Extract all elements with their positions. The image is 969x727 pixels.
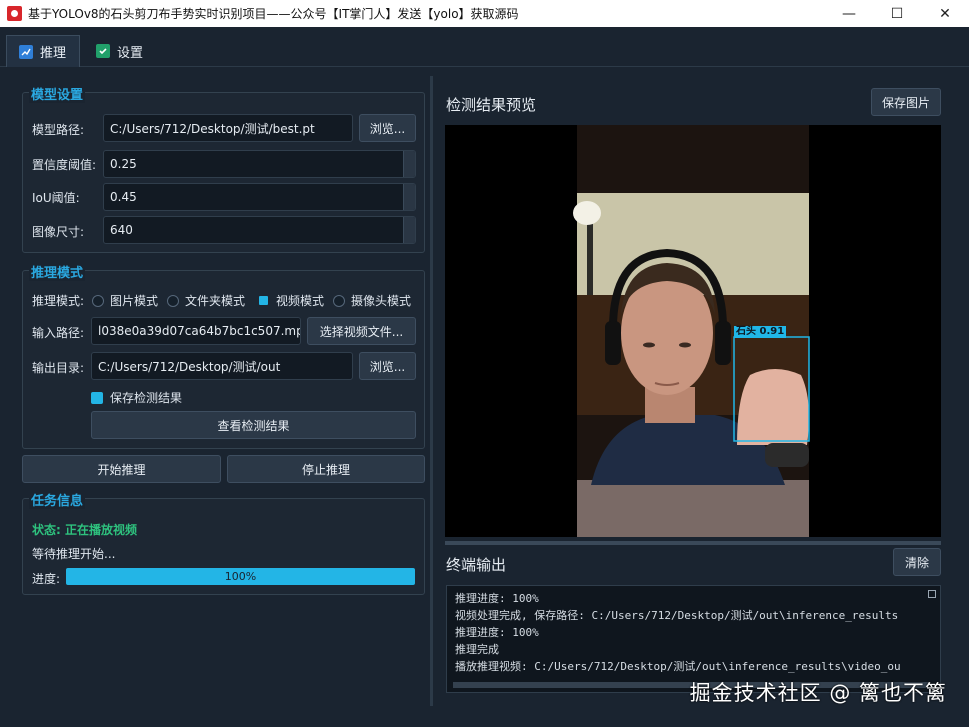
terminal-line: 推理进度: 100% — [455, 626, 539, 639]
task-info-title: 任务信息 — [29, 490, 86, 509]
clear-button[interactable]: 清除 — [893, 548, 941, 576]
radio-camera-mode[interactable]: 摄像头模式 — [333, 292, 411, 309]
radio-video-label: 视频模式 — [276, 294, 325, 308]
window-title: 基于YOLOv8的石头剪刀布手势实时识别项目——公众号【IT掌门人】发送【yol… — [28, 7, 519, 21]
confidence-value: 0.25 — [110, 157, 137, 171]
output-browse-button[interactable]: 浏览... — [359, 352, 416, 380]
terminal-title: 终端输出 — [446, 556, 507, 574]
tab-strip: 推理 设置 — [0, 27, 969, 67]
app-logo-icon — [7, 6, 22, 21]
terminal-line: 播放推理视频: C:/Users/712/Desktop/测试/out\infe… — [455, 660, 901, 673]
radio-image-mode[interactable]: 图片模式 — [92, 292, 158, 309]
terminal-line: 视频处理完成, 保存路径: C:/Users/712/Desktop/测试/ou… — [455, 609, 899, 622]
image-size-label: 图像尺寸: — [32, 225, 85, 239]
input-path-label: 输入路径: — [32, 326, 85, 340]
image-size-spin-arrows[interactable] — [403, 217, 415, 243]
model-settings-title: 模型设置 — [29, 84, 86, 103]
save-image-button[interactable]: 保存图片 — [871, 88, 941, 116]
stop-inference-button[interactable]: 停止推理 — [227, 455, 425, 483]
minimize-button[interactable]: — — [825, 0, 873, 27]
panel-splitter[interactable] — [430, 76, 433, 706]
image-size-spinbox[interactable]: 640 — [103, 216, 416, 244]
iou-spin-arrows[interactable] — [403, 184, 415, 210]
mode-radio-group: 图片模式 文件夹模式 视频模式 摄像头模式 — [92, 292, 422, 308]
radio-camera-label: 摄像头模式 — [351, 294, 412, 308]
radio-image-dot — [92, 294, 104, 307]
status-text: 状态: 正在播放视频 — [32, 523, 137, 537]
save-results-checkbox[interactable]: 保存检测结果 — [91, 389, 182, 406]
preview-title: 检测结果预览 — [446, 96, 537, 114]
terminal-line: 推理进度: 100% — [455, 592, 539, 605]
task-message: 等待推理开始... — [32, 547, 116, 561]
progress-text: 100% — [224, 570, 257, 583]
tab-inference-label: 推理 — [40, 46, 67, 61]
confidence-spinbox[interactable]: 0.25 — [103, 150, 416, 178]
model-browse-button[interactable]: 浏览... — [359, 114, 416, 142]
iou-spinbox[interactable]: 0.45 — [103, 183, 416, 211]
scroll-up-icon[interactable] — [928, 590, 936, 598]
iou-value: 0.45 — [110, 190, 137, 204]
detection-label: 石头 0.91 — [734, 326, 787, 338]
radio-camera-dot — [333, 294, 345, 307]
save-results-check-icon — [91, 391, 103, 404]
progress-bar: 100% — [66, 568, 415, 585]
save-results-label: 保存检测结果 — [110, 391, 183, 405]
radio-folder-dot — [167, 294, 179, 307]
preview-canvas: 石头 0.91 — [445, 125, 941, 537]
check-icon — [96, 44, 110, 58]
radio-video-dot — [259, 296, 268, 305]
radio-video-mode[interactable]: 视频模式 — [257, 292, 324, 309]
radio-folder-mode[interactable]: 文件夹模式 — [167, 292, 245, 309]
confidence-spin-arrows[interactable] — [403, 151, 415, 177]
output-dir-label: 输出目录: — [32, 361, 85, 375]
model-path-input[interactable]: C:/Users/712/Desktop/测试/best.pt — [103, 114, 353, 142]
window-controls: — ☐ ✕ — [825, 0, 969, 27]
confidence-label: 置信度阈值: — [32, 158, 97, 172]
mode-label: 推理模式: — [32, 294, 85, 308]
input-path-input[interactable]: l038e0a39d07ca64b7bc1c507.mp4 — [91, 317, 301, 345]
chart-icon — [19, 44, 33, 59]
radio-image-label: 图片模式 — [110, 294, 159, 308]
image-size-value: 640 — [110, 223, 133, 237]
watermark-text: 掘金技术社区 @ 篱也不篱 — [689, 681, 947, 705]
progress-label: 进度: — [32, 572, 61, 586]
tab-settings[interactable]: 设置 — [84, 35, 160, 67]
title-bar: 基于YOLOv8的石头剪刀布手势实时识别项目——公众号【IT掌门人】发送【yol… — [0, 0, 969, 27]
start-inference-button[interactable]: 开始推理 — [22, 455, 221, 483]
preview-splitter[interactable] — [445, 541, 941, 545]
select-video-button[interactable]: 选择视频文件... — [307, 317, 416, 345]
radio-folder-label: 文件夹模式 — [185, 294, 246, 308]
preview-video-frame — [445, 125, 941, 537]
maximize-button[interactable]: ☐ — [873, 0, 921, 27]
iou-label: IoU阈值: — [32, 191, 80, 205]
close-button[interactable]: ✕ — [921, 0, 969, 27]
tab-inference[interactable]: 推理 — [6, 35, 80, 67]
view-results-button[interactable]: 查看检测结果 — [91, 411, 416, 439]
model-path-label: 模型路径: — [32, 123, 85, 137]
tab-settings-label: 设置 — [117, 45, 144, 61]
inference-mode-title: 推理模式 — [29, 262, 86, 281]
terminal-line: 推理完成 — [455, 643, 499, 656]
output-dir-input[interactable]: C:/Users/712/Desktop/测试/out — [91, 352, 353, 380]
